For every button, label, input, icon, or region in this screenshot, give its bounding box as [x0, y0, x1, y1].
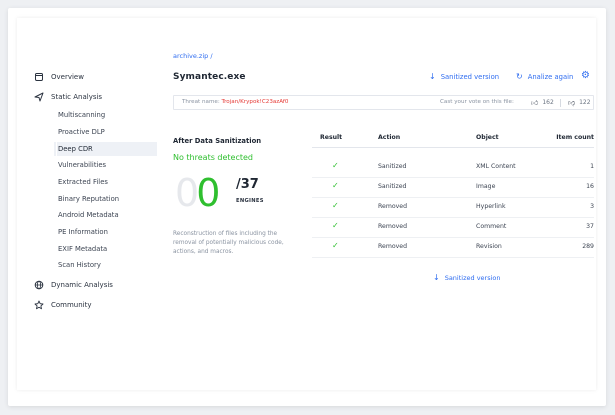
breadcrumb[interactable]: archive.zip / [173, 52, 213, 60]
page-card: Overview Static Analysis Multiscanning P… [8, 8, 606, 406]
analyze-again-button[interactable]: ↻ Analize again [516, 72, 573, 81]
sidebar-item-label: Static Analysis [51, 93, 103, 101]
table-row: ✓ Removed Revision 289 [312, 238, 594, 258]
row-object: Comment [476, 223, 507, 230]
sidebar-item-multiscanning[interactable]: Multiscanning [57, 108, 157, 122]
download-arrow-icon: ↓ [429, 72, 436, 81]
sidebar-item-proactive-dlp[interactable]: Proactive DLP [57, 125, 157, 139]
check-icon: ✓ [332, 161, 339, 170]
star-icon [34, 300, 44, 310]
row-count: 37 [586, 223, 594, 230]
thumbs-down-icon: 👎︎ [568, 99, 576, 107]
report-panel: Overview Static Analysis Multiscanning P… [17, 18, 596, 390]
sidebar-item-static-analysis[interactable]: Static Analysis [34, 92, 102, 102]
sidebar-item-android-metadata[interactable]: Android Metadata [57, 208, 157, 222]
sidebar-item-pe-information[interactable]: PE Information [57, 225, 157, 239]
send-icon [34, 92, 44, 102]
overview-icon [34, 72, 44, 82]
row-divider [312, 257, 594, 258]
row-action: Sanitized [378, 183, 407, 190]
table-row: ✓ Removed Comment 37 [312, 218, 594, 238]
header-divider [312, 147, 594, 148]
sidebar-item-overview[interactable]: Overview [34, 72, 84, 82]
sidebar-item-vulnerabilities[interactable]: Vulnerabilities [57, 158, 157, 172]
sidebar-item-label: Overview [51, 73, 84, 81]
score-total: /37 [236, 177, 259, 192]
row-count: 1 [590, 163, 594, 170]
analyze-again-label: Analize again [527, 72, 574, 81]
engines-label: ENGINES [236, 198, 264, 204]
threat-value: Trojan/Krypok!C23azAf0 [221, 99, 289, 105]
engine-score: 0 0 [175, 173, 220, 213]
col-header-item-count: Item count [556, 134, 594, 141]
check-icon: ✓ [332, 241, 339, 250]
row-count: 3 [590, 203, 594, 210]
globe-icon [34, 280, 44, 290]
download-arrow-icon: ↓ [433, 273, 440, 282]
row-count: 289 [582, 243, 594, 250]
check-icon: ✓ [332, 181, 339, 190]
vote-divider [560, 99, 561, 107]
score-detected: 0 [196, 171, 221, 215]
threat-name: Threat name: Trojan/Krypok!C23azAf0 [182, 99, 288, 105]
thumbs-up-icon: 👍︎ [531, 99, 539, 107]
status-text: No threats detected [173, 153, 254, 162]
sidebar-item-label: Dynamic Analysis [51, 281, 113, 289]
sanitized-version-button[interactable]: ↓ Sanitized version [429, 72, 499, 81]
table-row: ✓ Sanitized Image 16 [312, 178, 594, 198]
upvote-count: 162 [542, 99, 554, 106]
col-header-object: Object [476, 134, 499, 141]
description: Reconstruction of files including the re… [173, 231, 284, 255]
row-action: Removed [378, 223, 408, 230]
row-action: Removed [378, 243, 408, 250]
section-title: After Data Sanitization [173, 137, 262, 145]
sidebar-item-binary-reputation[interactable]: Binary Reputation [57, 192, 157, 206]
sidebar-item-label: Community [51, 301, 92, 309]
check-icon: ✓ [332, 201, 339, 210]
row-object: Image [476, 183, 496, 190]
sanitized-version-label: Sanitized version [440, 72, 500, 81]
row-action: Sanitized [378, 163, 407, 170]
check-icon: ✓ [332, 221, 339, 230]
row-count: 16 [586, 183, 594, 190]
settings-gear-icon[interactable]: ⚙ [581, 70, 590, 81]
page-title: Symantec.exe [173, 72, 246, 82]
sanitized-version-link[interactable]: ↓ Sanitized version [433, 273, 501, 282]
sidebar-item-scan-history[interactable]: Scan History [57, 258, 157, 272]
sidebar-item-dynamic-analysis[interactable]: Dynamic Analysis [34, 280, 113, 290]
row-object: Hyperlink [476, 203, 506, 210]
sanitized-version-link-label: Sanitized version [444, 273, 501, 282]
sidebar: Overview Static Analysis Multiscanning P… [17, 18, 167, 390]
sidebar-item-extracted-files[interactable]: Extracted Files [57, 175, 157, 189]
downvote-button[interactable]: 👎︎ 122 [568, 98, 591, 107]
downvote-count: 122 [579, 99, 591, 106]
refresh-icon: ↻ [516, 72, 523, 81]
sidebar-item-community[interactable]: Community [34, 300, 92, 310]
col-header-result: Result [320, 134, 343, 141]
table-row: ✓ Removed Hyperlink 3 [312, 198, 594, 218]
table-row: ✓ Sanitized XML Content 1 [312, 158, 594, 178]
threat-label: Threat name: [182, 99, 220, 105]
threat-bar: Threat name: Trojan/Krypok!C23azAf0 Cast… [173, 95, 594, 110]
row-action: Removed [378, 203, 408, 210]
col-header-action: Action [378, 134, 401, 141]
sidebar-item-exif-metadata[interactable]: EXIF Metadata [57, 242, 157, 256]
row-object: XML Content [476, 163, 516, 170]
sidebar-item-deep-cdr[interactable]: Deep CDR [54, 142, 157, 156]
vote-label: Cast your vote on this file: [440, 99, 514, 105]
upvote-button[interactable]: 👍︎ 162 [531, 98, 554, 107]
row-object: Revision [476, 243, 502, 250]
